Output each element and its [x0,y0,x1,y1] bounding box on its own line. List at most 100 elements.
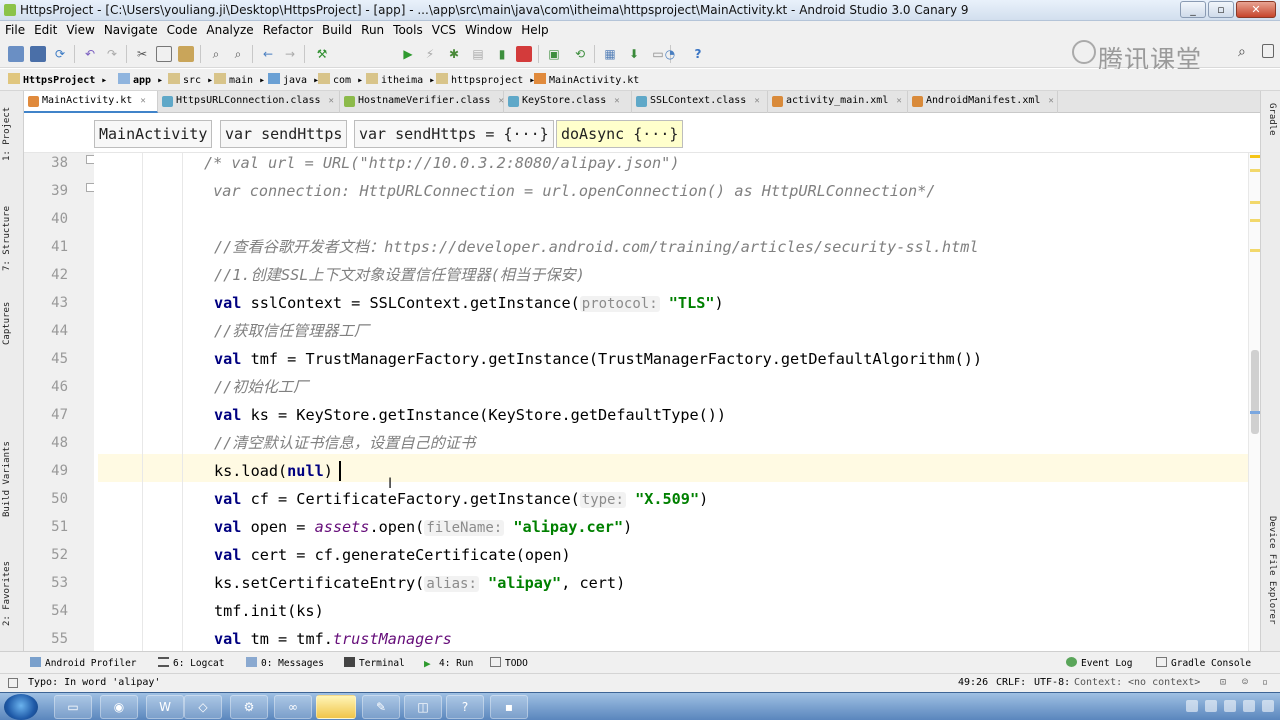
breadcrumb-com[interactable]: com ▸ [318,73,363,86]
lock-icon[interactable]: ⊡ [1220,677,1226,688]
menu-edit[interactable]: Edit [29,21,61,40]
close-button[interactable]: ✕ [1236,1,1276,18]
settings-taskbar-icon[interactable]: ⚙ [230,695,268,719]
menu-refactor[interactable]: Refactor [258,21,317,40]
cut-icon[interactable]: ✂ [134,46,150,62]
avd-manager-icon[interactable]: ▣ [546,46,562,62]
favorites-tool-button[interactable]: 2: Favorites [2,561,12,626]
breadcrumb-java[interactable]: java ▸ [268,73,319,86]
breadcrumb-main[interactable]: main ▸ [214,73,265,86]
open-icon[interactable] [8,46,24,62]
help-taskbar-icon[interactable]: ? [446,695,484,719]
tray-icon[interactable] [1205,700,1217,712]
warning-marker[interactable] [1250,169,1260,172]
context-value[interactable]: <no context> [1128,677,1200,688]
tab-keystore[interactable]: KeyStore.class ✕ [504,91,632,113]
scrollbar-thumb[interactable] [1251,350,1259,434]
toggle-tool-buttons-icon[interactable] [8,678,18,688]
gradle-tool-button[interactable]: Gradle [1267,103,1277,136]
word-taskbar-icon[interactable]: W [146,695,184,719]
messages-button[interactable]: 0: Messages [246,657,324,669]
sync-gradle-icon[interactable]: ⟲ [572,46,588,62]
menu-analyze[interactable]: Analyze [201,21,257,40]
breadcrumb-itheima[interactable]: itheima ▸ [366,73,435,86]
code-crumb-lambda[interactable]: doAsync {···} [556,120,684,148]
run-tool-button[interactable]: ▶ 4: Run [424,657,473,670]
breadcrumb-file[interactable]: MainActivity.kt [534,73,639,86]
stop-icon[interactable] [516,46,532,62]
gradle-console-button[interactable]: Gradle Console [1156,657,1251,669]
sdk-manager-icon[interactable]: ⬇ [626,46,642,62]
caret-position[interactable]: 49:26 [958,677,988,688]
close-tab-icon[interactable]: ✕ [754,96,759,106]
profile-icon[interactable]: ▮ [494,46,510,62]
chrome-taskbar-icon[interactable]: ◉ [100,695,138,719]
close-tab-icon[interactable]: ✕ [1048,96,1053,106]
menu-navigate[interactable]: Navigate [99,21,162,40]
editor-taskbar-icon[interactable]: ◫ [404,695,442,719]
paste-icon[interactable] [178,46,194,62]
editor-scrollbar[interactable] [1248,153,1260,651]
menu-tools[interactable]: Tools [388,21,427,40]
tab-httpsurlconnection[interactable]: HttpsURLConnection.class ✕ [158,91,340,113]
close-tab-icon[interactable]: ✕ [140,96,145,106]
android-studio-taskbar-icon[interactable] [316,695,356,719]
breadcrumb-app[interactable]: app ▸ [118,73,163,86]
todo-button[interactable]: TODO [490,657,528,669]
attach-debugger-icon[interactable]: ▤ [470,46,486,62]
search-everywhere-icon[interactable]: ⌕ [1238,44,1246,60]
usage-marker[interactable] [1250,411,1260,414]
tray-icon[interactable] [1224,700,1236,712]
android-profiler-button[interactable]: Android Profiler [30,657,137,669]
tab-activity-main[interactable]: activity_main.xml ✕ [768,91,908,113]
event-log-button[interactable]: Event Log [1066,657,1132,669]
undo-icon[interactable]: ↶ [82,46,98,62]
debug-icon[interactable]: ✱ [446,46,462,62]
windows-start-button[interactable] [4,694,38,720]
tab-hostnameverifier[interactable]: HostnameVerifier.class ✕ [340,91,504,113]
sync-icon[interactable]: ⟳ [52,46,68,62]
project-tool-button[interactable]: 1: Project [2,107,12,161]
find-icon[interactable]: ⌕ [208,46,224,62]
make-project-icon[interactable]: ⚒ [314,46,330,62]
inspector-icon[interactable]: ☺ [1242,677,1248,688]
tab-sslcontext[interactable]: SSLContext.class ✕ [632,91,768,113]
device-file-explorer-button[interactable]: Device File Explorer [1267,516,1277,624]
explorer-taskbar-icon[interactable]: ▭ [54,695,92,719]
close-tab-icon[interactable]: ✕ [896,96,901,106]
back-icon[interactable]: ← [260,46,276,62]
help-icon[interactable]: ? [690,46,706,62]
run-icon[interactable]: ▶ [400,46,416,62]
copy-icon[interactable] [156,46,172,62]
forward-icon[interactable]: → [282,46,298,62]
menu-code[interactable]: Code [162,21,202,40]
structure-tool-button[interactable]: 7: Structure [2,206,12,271]
project-structure-icon[interactable]: ▦ [602,46,618,62]
tray-icon[interactable] [1262,700,1274,712]
warning-marker[interactable] [1250,249,1260,252]
tray-icon[interactable] [1186,700,1198,712]
apply-changes-icon[interactable]: ⚡ [422,46,438,62]
notifications-icon[interactable]: ▫ [1262,677,1268,688]
code-crumb-initializer[interactable]: var sendHttps = {···} [354,120,554,148]
breadcrumb-src[interactable]: src ▸ [168,73,213,86]
warning-marker[interactable] [1250,201,1260,204]
file-encoding[interactable]: UTF-8: [1034,677,1070,688]
close-tab-icon[interactable]: ✕ [614,96,619,106]
breadcrumb-httpsproject[interactable]: httpsproject ▸ [436,73,535,86]
maximize-button[interactable]: ▫ [1208,1,1234,18]
captures-tool-button[interactable]: Captures [2,302,12,345]
replace-icon[interactable]: ⌕ [230,46,246,62]
code-crumb-class[interactable]: MainActivity [94,120,213,148]
redo-icon[interactable]: ↷ [104,46,120,62]
build-variants-tool-button[interactable]: Build Variants [2,441,12,517]
tray-icon[interactable] [1243,700,1255,712]
terminal-button[interactable]: Terminal [344,657,405,669]
menu-view[interactable]: View [61,21,98,40]
code-crumb-property[interactable]: var sendHttps [220,120,348,148]
menu-file[interactable]: File [0,21,29,40]
close-tab-icon[interactable]: ✕ [329,96,334,106]
breadcrumb-project[interactable]: HttpsProject ▸ [8,73,107,86]
warning-marker[interactable] [1250,155,1260,158]
terminal-taskbar-icon[interactable]: ▪ [490,695,528,719]
